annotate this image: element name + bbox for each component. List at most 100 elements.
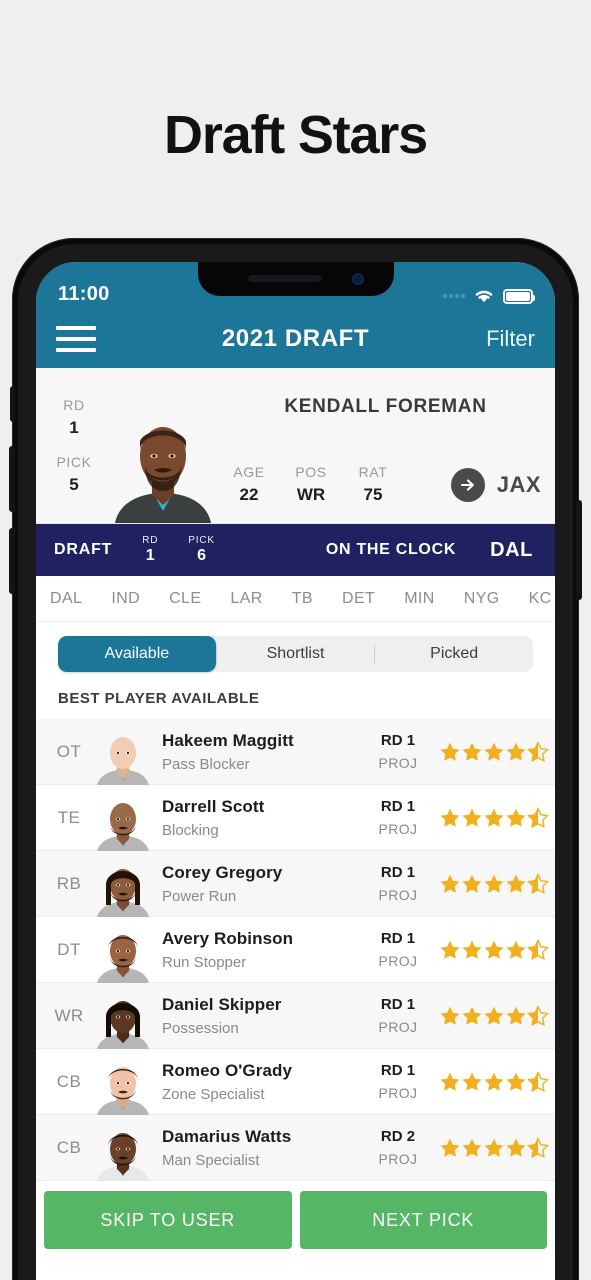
pick-info-column: RD 1 PICK 5 — [36, 368, 108, 523]
tab-shortlist[interactable]: Shortlist — [217, 636, 375, 672]
player-avatar-icon — [94, 785, 152, 851]
team-strip-item[interactable]: MIN — [404, 590, 435, 608]
star-full-icon — [506, 808, 526, 827]
card-rat: RAT 75 — [342, 464, 404, 505]
next-pick-button[interactable]: NEXT PICK — [299, 1191, 547, 1249]
wifi-icon — [473, 288, 495, 304]
card-pick-value: 5 — [69, 474, 79, 494]
volume-down-button[interactable] — [9, 528, 15, 594]
draft-label: DRAFT — [54, 541, 113, 558]
battery-full-icon — [503, 288, 535, 304]
player-proj-label: PROJ — [378, 953, 418, 969]
volume-up-button[interactable] — [9, 446, 15, 512]
card-rat-value: 75 — [363, 485, 383, 504]
player-proj-round: RD 1 — [380, 798, 416, 815]
star-half-icon — [527, 1136, 549, 1158]
star-full-icon — [462, 1006, 482, 1025]
page-root: Draft Stars 11:00 2021 DRAFT Filter RD 1… — [0, 0, 591, 1280]
player-star-rating — [435, 1136, 549, 1159]
phone-notch — [197, 262, 394, 296]
star-full-icon — [484, 808, 504, 827]
card-pos: POS WR — [280, 464, 342, 505]
team-strip-item[interactable]: DAL — [50, 590, 82, 608]
player-position: TE — [57, 807, 81, 827]
star-full-icon — [462, 874, 482, 893]
card-player-name: KENDALL FOREMAN — [284, 396, 487, 417]
player-proj-round: RD 1 — [380, 864, 416, 881]
table-row[interactable]: DT Avery Robinson Run Stopper RD 1 PROJ — [36, 917, 555, 983]
team-strip-item[interactable]: DET — [342, 590, 375, 608]
draft-status-bar: DRAFT RD 1 PICK 6 ON THE CLOCK DAL — [36, 524, 555, 576]
table-row[interactable]: OT Hakeem Maggitt Pass Blocker RD 1 PROJ — [36, 719, 555, 785]
table-row[interactable]: CB Romeo O'Grady Zone Specialist RD 1 PROJ — [36, 1049, 555, 1115]
skip-to-user-button[interactable]: SKIP TO USER — [44, 1191, 292, 1249]
player-info: Corey Gregory Power Run — [152, 863, 361, 905]
segmented-tabs[interactable]: Available Shortlist Picked — [58, 636, 533, 672]
player-proj-label: PROJ — [378, 1085, 418, 1101]
player-name: Hakeem Maggitt — [162, 730, 294, 750]
team-strip-item[interactable]: LAR — [230, 590, 262, 608]
star-half-icon — [527, 872, 549, 894]
table-row[interactable]: RB Corey Gregory Power Run RD 1 PROJ — [36, 851, 555, 917]
player-name: Avery Robinson — [162, 928, 294, 948]
player-projection: RD 1 PROJ — [361, 864, 435, 903]
team-strip-item[interactable]: KC — [529, 590, 552, 608]
star-half-icon — [527, 1004, 549, 1026]
card-round-value: 1 — [69, 417, 79, 437]
star-full-icon — [506, 940, 526, 959]
team-strip-item[interactable]: CLE — [169, 590, 201, 608]
player-projection: RD 1 PROJ — [361, 732, 435, 771]
player-avatar-icon — [94, 917, 152, 983]
arrow-right-icon[interactable] — [450, 467, 485, 502]
status-time: 11:00 — [58, 283, 110, 305]
star-full-icon — [440, 1138, 460, 1157]
player-position: DT — [57, 939, 81, 959]
player-projection: RD 1 PROJ — [361, 1062, 435, 1101]
filter-button[interactable]: Filter — [486, 326, 535, 352]
card-age-value: 22 — [239, 485, 259, 504]
table-row[interactable]: WR Daniel Skipper Possession RD 1 PROJ — [36, 983, 555, 1049]
star-full-icon — [484, 940, 504, 959]
card-round-label: RD — [63, 396, 85, 413]
team-strip-item[interactable]: TB — [292, 590, 313, 608]
player-info: Daniel Skipper Possession — [152, 995, 361, 1037]
player-proj-label: PROJ — [378, 1019, 418, 1035]
team-strip-item[interactable]: NYG — [464, 590, 500, 608]
star-full-icon — [462, 940, 482, 959]
power-button[interactable] — [576, 500, 582, 600]
player-name: Daniel Skipper — [162, 994, 282, 1014]
player-info: Darrell Scott Blocking — [152, 797, 361, 839]
hamburger-menu-icon[interactable] — [56, 326, 96, 352]
player-trait: Possession — [162, 1019, 239, 1037]
star-full-icon — [462, 808, 482, 827]
draft-round-label: RD — [142, 535, 159, 546]
table-row[interactable]: TE Darrell Scott Blocking RD 1 PROJ — [36, 785, 555, 851]
star-full-icon — [440, 808, 460, 827]
player-projection: RD 1 PROJ — [361, 930, 435, 969]
card-team-group[interactable]: JAX — [450, 467, 547, 502]
star-full-icon — [484, 1006, 504, 1025]
tab-available[interactable]: Available — [58, 636, 216, 672]
star-full-icon — [440, 1072, 460, 1091]
star-full-icon — [440, 742, 460, 761]
tab-picked[interactable]: Picked — [375, 636, 533, 672]
draft-round-value: 1 — [145, 547, 155, 564]
star-full-icon — [506, 1138, 526, 1157]
star-full-icon — [484, 1072, 504, 1091]
team-strip-item[interactable]: IND — [111, 590, 140, 608]
player-star-rating — [435, 740, 549, 763]
card-team-abbr: JAX — [496, 471, 541, 497]
silent-switch[interactable] — [10, 386, 15, 422]
draft-pick: PICK 6 — [188, 535, 215, 565]
star-full-icon — [506, 1006, 526, 1025]
player-avatar-icon — [94, 983, 152, 1049]
current-player-card[interactable]: RD 1 PICK 5 KENDALL FOREMAN AGE 22 POS W… — [36, 368, 555, 524]
player-proj-round: RD 1 — [380, 1062, 416, 1079]
player-info: Avery Robinson Run Stopper — [152, 929, 361, 971]
player-star-rating — [435, 872, 549, 895]
table-row[interactable]: CB Damarius Watts Man Specialist RD 2 PROJ — [36, 1115, 555, 1181]
card-pick-label: PICK — [56, 453, 92, 470]
team-order-strip[interactable]: DALINDCLELARTBDETMINNYGKCHOU — [36, 576, 555, 622]
card-attributes: AGE 22 POS WR RAT 75 JAX — [218, 446, 547, 523]
player-star-rating — [435, 806, 549, 829]
